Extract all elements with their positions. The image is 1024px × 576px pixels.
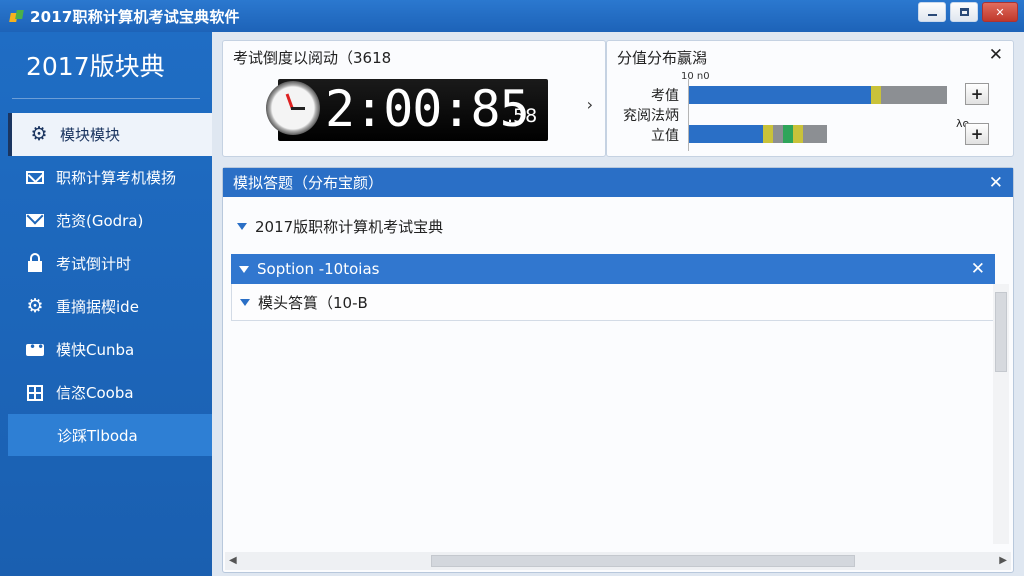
chevron-down-icon bbox=[240, 298, 250, 306]
plus-icon: + bbox=[970, 125, 984, 143]
sidebar-item-label: 考试倒计时 bbox=[56, 255, 132, 273]
maximize-icon bbox=[959, 8, 969, 16]
sidebar: 2017版块典 ⚙ 模块模块 职称计算考机模扬 范资(Godra) 考试倒计时 … bbox=[0, 32, 212, 576]
vertical-scrollbar[interactable] bbox=[993, 284, 1009, 544]
sidebar-item-label: 信恣Cooba bbox=[56, 384, 134, 402]
score-bar-yellow bbox=[871, 86, 881, 104]
horizontal-scrollbar[interactable]: ◀ ▶ bbox=[225, 552, 1011, 570]
main-area: 考试倒度以阅动（3618 2:00:85 .58 › 分值分布赢潟 ✕ 10 n… bbox=[212, 32, 1024, 576]
title-bar: 2017职称计算机考试宝典软件 ✕ bbox=[0, 0, 1024, 32]
gear-icon: ⚙ bbox=[26, 295, 44, 317]
window-title: 2017职称计算机考试宝典软件 bbox=[30, 7, 240, 26]
window-controls: ✕ bbox=[918, 2, 1018, 22]
app-logo-icon bbox=[10, 9, 24, 23]
exam-panel-header: 模拟答题（分布宝颜） ✕ bbox=[223, 168, 1013, 197]
lock-icon bbox=[26, 253, 44, 273]
sidebar-item-exam-sim[interactable]: 职称计算考机模扬 bbox=[0, 156, 212, 199]
chevron-down-icon bbox=[237, 223, 247, 230]
minimize-button[interactable] bbox=[918, 2, 946, 22]
tree-root-label: 2017版职称计算机考试宝典 bbox=[255, 218, 444, 236]
scrollbar-thumb[interactable] bbox=[995, 292, 1007, 372]
sidebar-item-countdown[interactable]: 考试倒计时 bbox=[0, 242, 212, 285]
sidebar-divider bbox=[12, 98, 200, 99]
sidebar-item-chat[interactable]: 模快Cunba bbox=[0, 328, 212, 371]
sidebar-item-module[interactable]: ⚙ 模块模块 bbox=[8, 113, 212, 156]
sidebar-item-label: 模块模块 bbox=[60, 126, 121, 144]
sidebar-item-label: 诊踩Tlboda bbox=[57, 426, 138, 445]
sidebar-item-settings[interactable]: ⚙ 重摘据楔ide bbox=[0, 285, 212, 328]
arrow-right-icon[interactable]: ▶ bbox=[999, 555, 1007, 566]
sidebar-brand: 2017版块典 bbox=[26, 52, 165, 81]
sidebar-item-label: 重摘据楔ide bbox=[56, 298, 139, 316]
exam-panel-title: 模拟答题（分布宝颜） bbox=[233, 174, 384, 192]
score-bar bbox=[689, 125, 827, 143]
close-icon[interactable]: ✕ bbox=[971, 259, 985, 279]
score-bar-blue bbox=[689, 86, 871, 104]
score-row-label: 兖阅法炳 bbox=[623, 108, 679, 124]
mail-icon bbox=[26, 169, 44, 187]
close-window-button[interactable]: ✕ bbox=[982, 2, 1018, 22]
score-bar-yellow bbox=[763, 125, 773, 143]
maximize-button[interactable] bbox=[950, 2, 978, 22]
arrow-left-icon[interactable]: ◀ bbox=[229, 555, 237, 566]
sidebar-item-info[interactable]: 信恣Cooba bbox=[0, 371, 212, 414]
section-item-label: 模头答篔（10-B bbox=[258, 293, 368, 312]
score-title: 分值分布赢潟 bbox=[617, 49, 708, 67]
expand-plus-button[interactable]: + bbox=[965, 123, 989, 145]
section-item[interactable]: 模头答篔（10-B bbox=[231, 284, 995, 321]
exam-panel: 模拟答题（分布宝颜） ✕ 2017版职称计算机考试宝典 Soption -10t… bbox=[222, 167, 1014, 573]
grid-icon bbox=[26, 384, 44, 402]
chevron-right-icon[interactable]: › bbox=[587, 95, 593, 114]
clock-icon bbox=[266, 81, 320, 135]
section-header-label: Soption -10toias bbox=[257, 260, 380, 278]
close-icon[interactable]: ✕ bbox=[989, 173, 1003, 193]
chevron-down-icon bbox=[239, 265, 249, 273]
countdown-title: 考试倒度以阅动（3618 bbox=[233, 49, 392, 67]
expand-plus-button[interactable]: + bbox=[965, 83, 989, 105]
score-bar bbox=[689, 86, 947, 104]
timer-seconds: .58 bbox=[507, 105, 538, 127]
minimize-icon bbox=[927, 14, 937, 16]
score-axis-label: 10 n0 bbox=[681, 71, 710, 82]
sidebar-item-resources[interactable]: 范资(Godra) bbox=[0, 199, 212, 242]
close-icon[interactable]: ✕ bbox=[989, 45, 1003, 65]
sidebar-item-label: 职称计算考机模扬 bbox=[56, 169, 177, 187]
sidebar-item-diagnose[interactable]: 诊踩Tlboda bbox=[8, 414, 212, 456]
close-icon: ✕ bbox=[995, 5, 1005, 19]
score-bar-green bbox=[783, 125, 793, 143]
scrollbar-thumb[interactable] bbox=[431, 555, 855, 567]
sidebar-item-label: 模快Cunba bbox=[56, 341, 135, 359]
score-bar-gray bbox=[773, 125, 783, 143]
envelope-icon bbox=[26, 212, 44, 230]
plus-icon: + bbox=[970, 85, 984, 103]
sidebar-item-label: 范资(Godra) bbox=[56, 212, 144, 230]
tree-root-item[interactable]: 2017版职称计算机考试宝典 bbox=[237, 216, 443, 237]
gear-icon: ⚙ bbox=[30, 123, 48, 145]
score-distribution-panel: 分值分布赢潟 ✕ 10 n0 考值 兖阅法炳 立值 + λo + bbox=[606, 40, 1014, 157]
score-row-label: 考值 bbox=[651, 88, 679, 104]
timer-digits: 2:00:85 bbox=[325, 80, 530, 138]
score-row-label: 立值 bbox=[651, 128, 679, 144]
section-header[interactable]: Soption -10toias ✕ bbox=[231, 254, 995, 284]
countdown-panel: 考试倒度以阅动（3618 2:00:85 .58 › bbox=[222, 40, 606, 157]
score-bar-yellow bbox=[793, 125, 803, 143]
chat-icon bbox=[26, 340, 45, 359]
score-bar-blue bbox=[689, 125, 763, 143]
